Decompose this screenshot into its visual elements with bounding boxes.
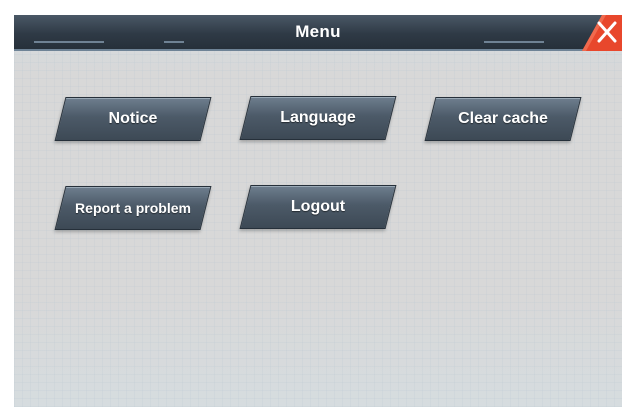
dialog-title: Menu: [295, 22, 341, 41]
logout-button-label: Logout: [290, 198, 346, 215]
report-problem-button[interactable]: Report a problem: [54, 186, 212, 230]
language-button[interactable]: Language: [239, 96, 397, 140]
clear-cache-button-label: Clear cache: [458, 110, 548, 127]
report-problem-button-label: Report a problem: [75, 200, 191, 216]
menu-dialog: Menu Notice Language Clear cache Report …: [14, 15, 622, 407]
notice-button-label: Notice: [108, 110, 158, 127]
notice-button[interactable]: Notice: [54, 97, 212, 141]
close-x-icon: [582, 15, 622, 51]
clear-cache-button[interactable]: Clear cache: [424, 97, 582, 141]
language-button-label: Language: [280, 109, 356, 126]
close-button[interactable]: [564, 15, 622, 51]
title-bar: Menu: [14, 15, 622, 51]
logout-button[interactable]: Logout: [239, 185, 397, 229]
